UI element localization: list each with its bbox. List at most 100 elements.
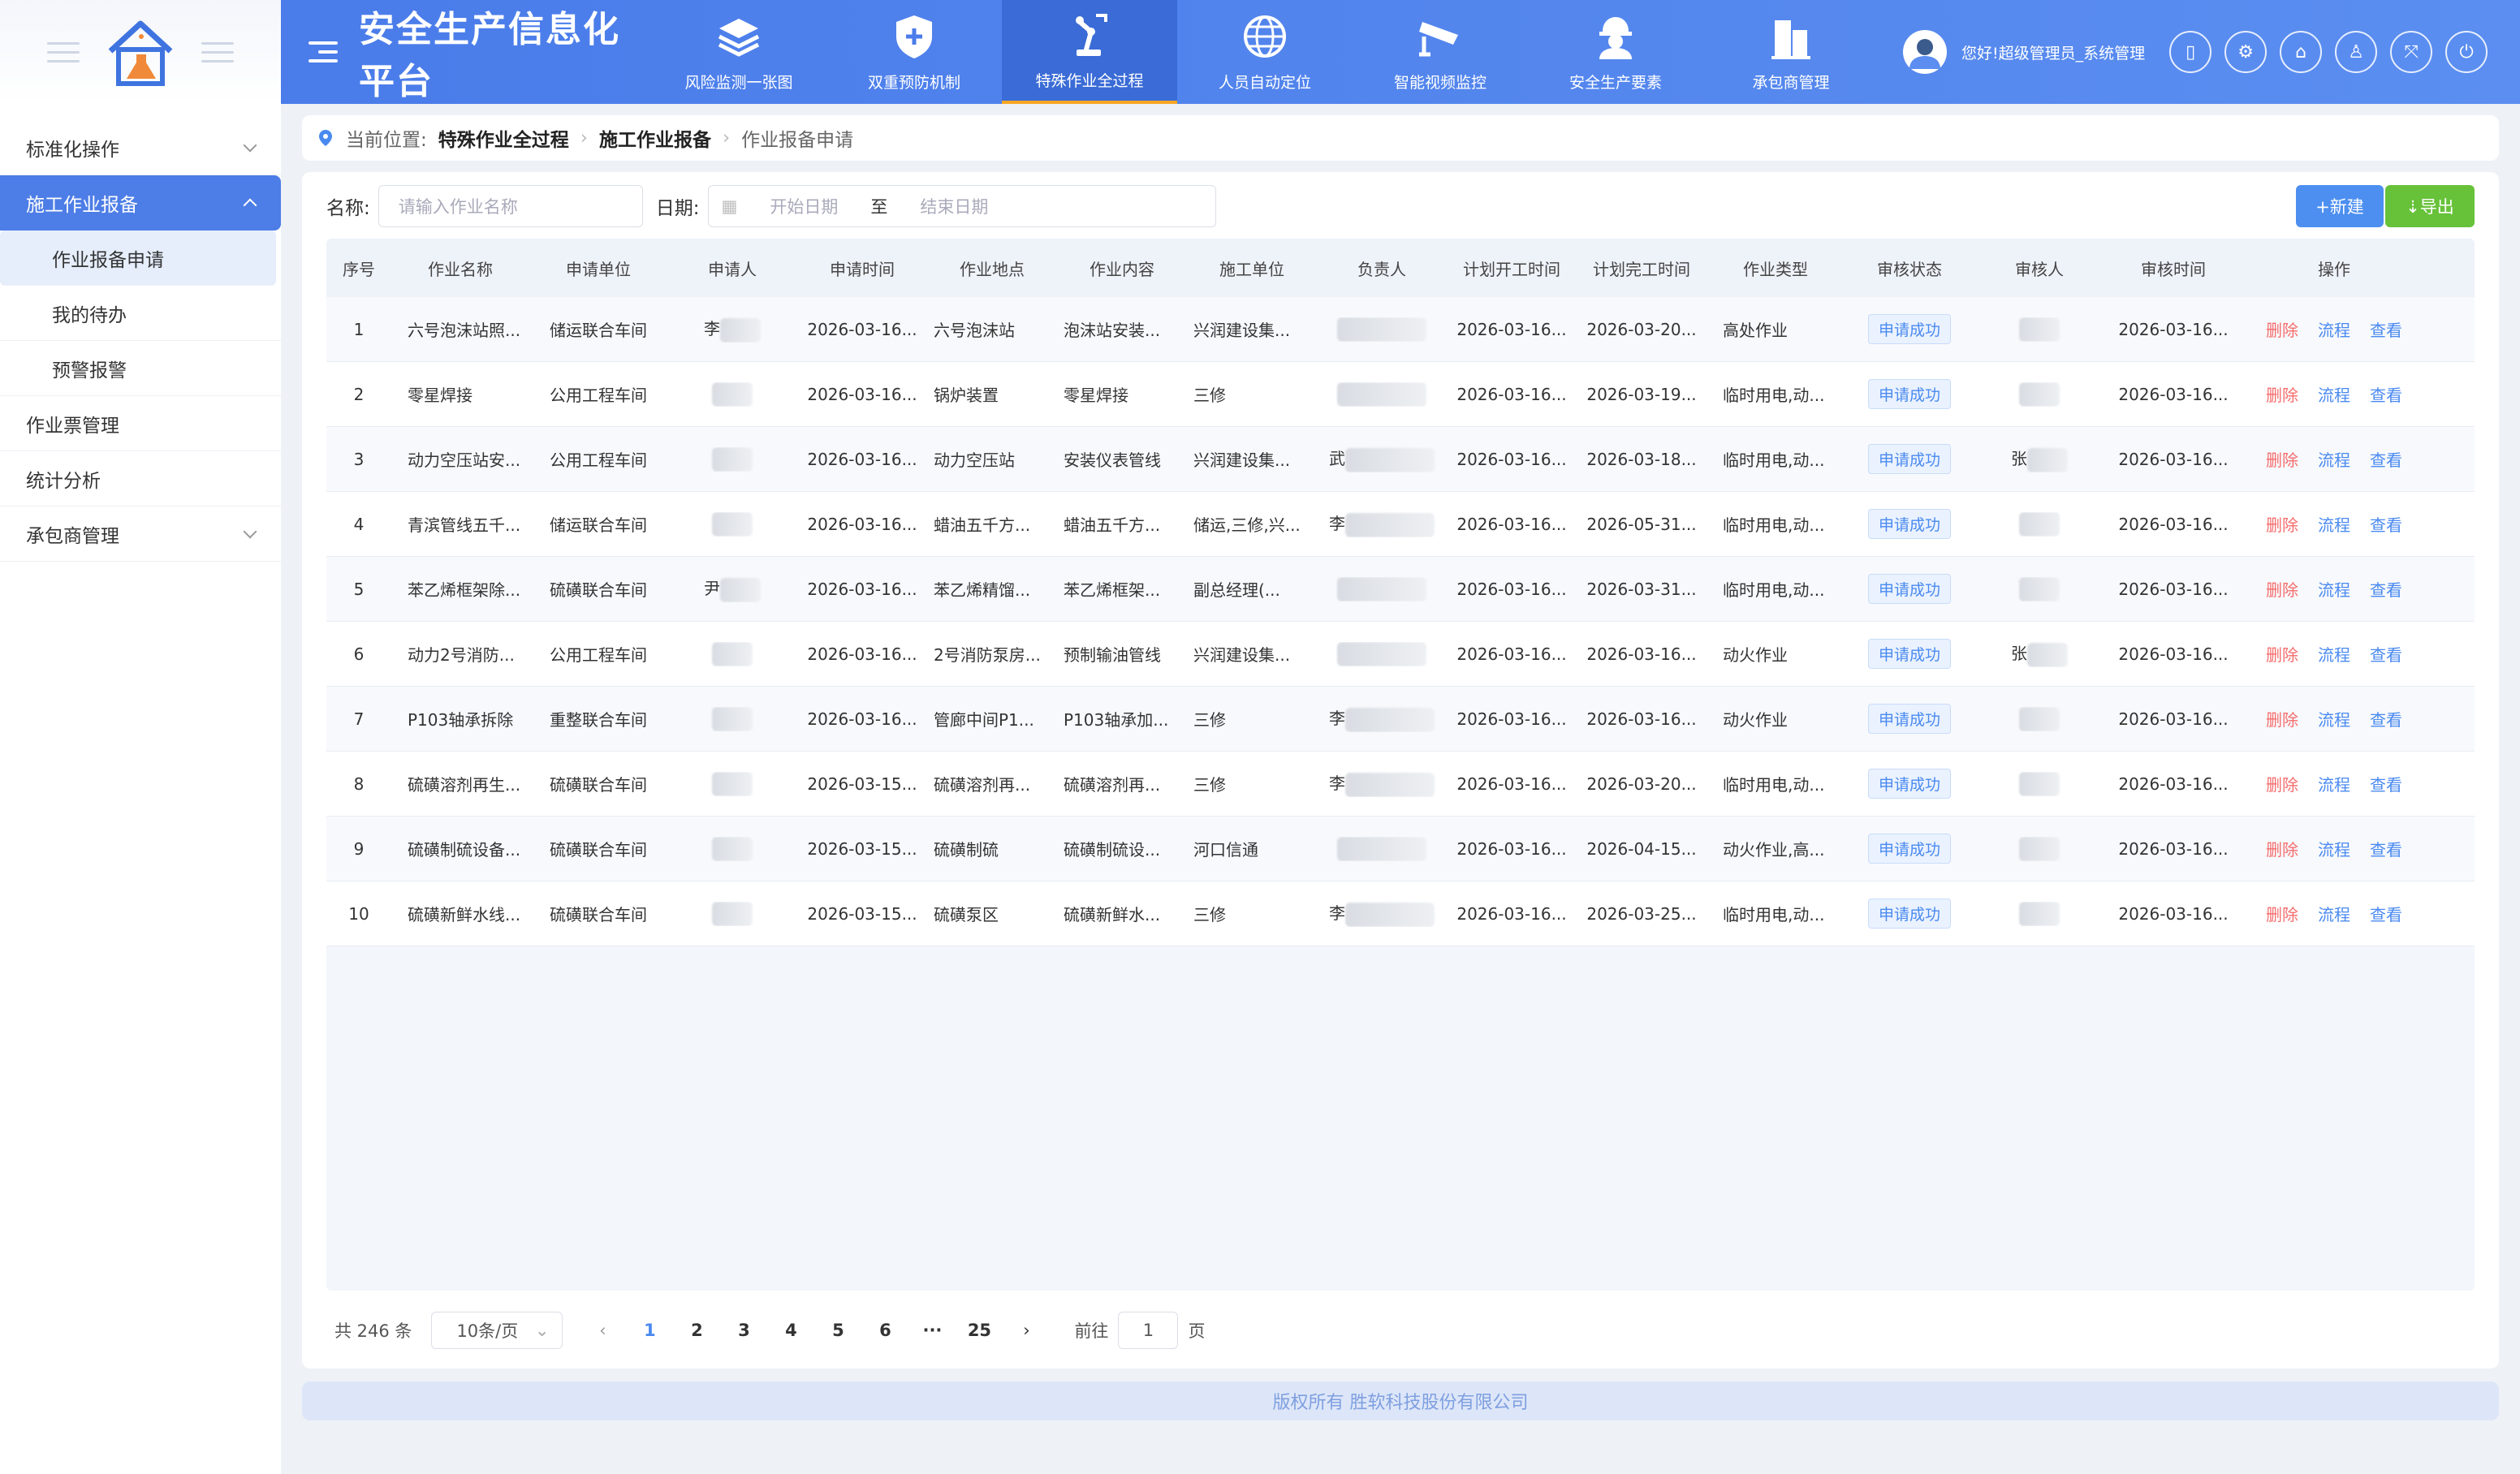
sidebar-subitem-my-todo[interactable]: 我的待办: [0, 286, 281, 341]
flow-link[interactable]: 流程: [2318, 512, 2350, 536]
table-row[interactable]: 9 硫磺制硫设备... 硫磺联合车间 2026-03-15... 硫磺制硫 硫磺制硫设..…: [326, 817, 2475, 881]
power-icon[interactable]: ⏻: [2445, 31, 2488, 73]
delete-link[interactable]: 删除: [2266, 772, 2298, 795]
redacted-mask: [1345, 772, 1435, 797]
nav-personnel-location[interactable]: 人员自动定位: [1177, 0, 1353, 104]
cell-no: 2: [353, 384, 365, 404]
new-button[interactable]: +新建: [2296, 185, 2384, 227]
cell-status: 申请成功: [1845, 314, 1974, 344]
next-page-icon[interactable]: ›: [1003, 1321, 1050, 1340]
table-row[interactable]: 8 硫磺溶剂再生... 硫磺联合车间 2026-03-15... 硫磺溶剂再... 硫磺溶…: [326, 752, 2475, 817]
prev-page-icon[interactable]: ‹: [579, 1321, 626, 1340]
flow-link[interactable]: 流程: [2318, 382, 2350, 406]
cell-start: 2026-03-16...: [1456, 709, 1567, 729]
view-link[interactable]: 查看: [2370, 772, 2402, 795]
name-search-input[interactable]: 请输入作业名称: [378, 185, 643, 227]
view-link[interactable]: 查看: [2370, 707, 2402, 731]
cell-applicant: [667, 511, 797, 537]
table-row[interactable]: 3 动力空压站安... 公用工程车间 2026-03-16... 动力空压站 安装仪表管线…: [326, 427, 2475, 492]
delete-link[interactable]: 删除: [2266, 642, 2298, 666]
view-link[interactable]: 查看: [2370, 837, 2402, 860]
table-row[interactable]: 1 六号泡沫站照... 储运联合车间 李 2026-03-16... 六号泡沫站 泡沫站安装…: [326, 297, 2475, 362]
breadcrumb-level-2[interactable]: 施工作业报备: [599, 124, 711, 152]
view-link[interactable]: 查看: [2370, 317, 2402, 341]
sidebar-subitem-warning[interactable]: 预警报警: [0, 341, 281, 396]
page-number[interactable]: 5: [814, 1321, 861, 1340]
page-number[interactable]: 4: [767, 1321, 814, 1340]
footer: 版权所有 胜软科技股份有限公司: [302, 1381, 2499, 1420]
page-number[interactable]: 3: [720, 1321, 767, 1340]
table-row[interactable]: 6 动力2号消防... 公用工程车间 2026-03-16... 2号消防泵房... 预制…: [326, 622, 2475, 687]
flow-link[interactable]: 流程: [2318, 577, 2350, 601]
flow-link[interactable]: 流程: [2318, 772, 2350, 795]
delete-link[interactable]: 删除: [2266, 382, 2298, 406]
page-number[interactable]: 2: [673, 1321, 720, 1340]
delete-link[interactable]: 删除: [2266, 837, 2298, 860]
nav-contractor[interactable]: 承包商管理: [1703, 0, 1879, 104]
flow-link[interactable]: 流程: [2318, 447, 2350, 471]
nav-video-monitor[interactable]: 智能视频监控: [1353, 0, 1528, 104]
nav-risk-map[interactable]: 风险监测一张图: [651, 0, 826, 104]
start-date-input[interactable]: 开始日期: [770, 194, 838, 218]
column-header: 作业类型: [1743, 259, 1808, 279]
sidebar-subitem-report-apply[interactable]: 作业报备申请: [0, 231, 276, 286]
flow-link[interactable]: 流程: [2318, 902, 2350, 925]
date-range-picker[interactable]: ▦ 开始日期 至 结束日期: [707, 185, 1216, 227]
view-link[interactable]: 查看: [2370, 447, 2402, 471]
cell-builder: 兴润建设集...: [1193, 450, 1291, 470]
flow-link[interactable]: 流程: [2318, 642, 2350, 666]
cell-reviewer: [1974, 381, 2104, 407]
total-count: 共 246 条: [334, 1321, 412, 1341]
page-number[interactable]: 1: [626, 1321, 673, 1340]
redacted-mask: [1337, 576, 1426, 601]
goto-page-input[interactable]: 1: [1118, 1312, 1179, 1349]
page-number[interactable]: 6: [861, 1321, 908, 1340]
sidebar-item-construction-report[interactable]: 施工作业报备: [0, 175, 281, 231]
view-link[interactable]: 查看: [2370, 577, 2402, 601]
menu-toggle-icon[interactable]: [309, 41, 338, 62]
page-size-select[interactable]: 10条/页 ⌄: [431, 1312, 563, 1349]
table-row[interactable]: 2 零星焊接 公用工程车间 2026-03-16... 锅炉装置 零星焊接 三修 2026-0…: [326, 362, 2475, 427]
page-ellipsis[interactable]: ···: [908, 1321, 956, 1340]
fullscreen-icon[interactable]: ⤧: [2390, 31, 2433, 73]
table-row[interactable]: 10 硫磺新鲜水线... 硫磺联合车间 2026-03-15... 硫磺泵区 硫磺新鲜水.…: [326, 881, 2475, 946]
delete-link[interactable]: 删除: [2266, 577, 2298, 601]
sidebar-item-contractor[interactable]: 承包商管理: [0, 506, 281, 562]
end-date-input[interactable]: 结束日期: [920, 194, 988, 218]
view-link[interactable]: 查看: [2370, 902, 2402, 925]
table-row[interactable]: 4 青滨管线五千... 储运联合车间 2026-03-16... 蜡油五千方... 蜡油五…: [326, 492, 2475, 557]
column-header: 计划开工时间: [1463, 259, 1560, 279]
flow-link[interactable]: 流程: [2318, 837, 2350, 860]
table-row[interactable]: 5 苯乙烯框架除... 硫磺联合车间 尹 2026-03-16... 苯乙烯精馏... 苯乙…: [326, 557, 2475, 622]
view-link[interactable]: 查看: [2370, 642, 2402, 666]
user-info[interactable]: 您好!超级管理员_系统管理: [1903, 30, 2145, 74]
shirt-icon[interactable]: ♙: [2335, 31, 2378, 73]
delete-link[interactable]: 删除: [2266, 512, 2298, 536]
delete-link[interactable]: 删除: [2266, 317, 2298, 341]
table-row[interactable]: 7 P103轴承拆除 重整联合车间 2026-03-16... 管廊中间P1... P10…: [326, 687, 2475, 752]
page-number[interactable]: 25: [956, 1321, 1003, 1340]
filter-bar: 名称: 请输入作业名称 日期: ▦ 开始日期 至 结束日期: [326, 185, 1216, 227]
flow-link[interactable]: 流程: [2318, 317, 2350, 341]
nav-special-work[interactable]: 特殊作业全过程: [1002, 0, 1177, 104]
nav-dual-prevention[interactable]: 双重预防机制: [826, 0, 1002, 104]
view-link[interactable]: 查看: [2370, 382, 2402, 406]
delete-link[interactable]: 删除: [2266, 447, 2298, 471]
cell-start: 2026-03-16...: [1456, 774, 1567, 794]
export-button[interactable]: ⇣导出: [2385, 185, 2475, 227]
delete-link[interactable]: 删除: [2266, 707, 2298, 731]
mobile-icon[interactable]: ▯: [2169, 31, 2212, 73]
settings-icon[interactable]: ⚙: [2224, 31, 2268, 73]
view-link[interactable]: 查看: [2370, 512, 2402, 536]
sidebar-item-statistics[interactable]: 统计分析: [0, 451, 281, 506]
home-icon[interactable]: ⌂: [2280, 31, 2323, 73]
sidebar-item-standard-ops[interactable]: 标准化操作: [0, 120, 281, 175]
redacted-mask: [1345, 707, 1435, 732]
cell-place: 六号泡沫站: [934, 321, 1015, 340]
sidebar-item-ticket-mgmt[interactable]: 作业票管理: [0, 396, 281, 451]
flow-link[interactable]: 流程: [2318, 707, 2350, 731]
breadcrumb-level-1[interactable]: 特殊作业全过程: [438, 124, 569, 152]
nav-safety-elements[interactable]: 安全生产要素: [1528, 0, 1703, 104]
cell-no: 1: [353, 319, 365, 339]
delete-link[interactable]: 删除: [2266, 902, 2298, 925]
